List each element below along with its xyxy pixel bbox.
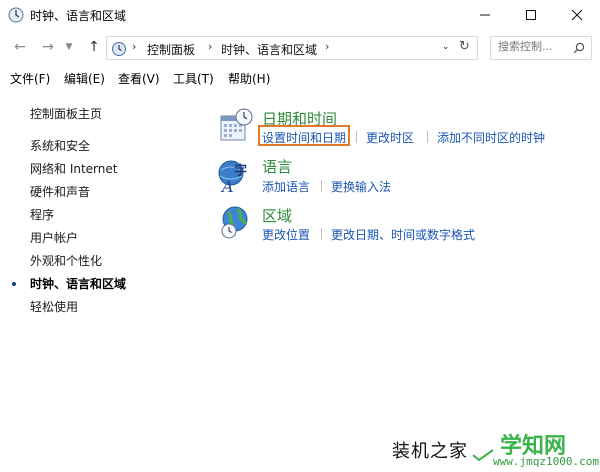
minimize-button[interactable] — [462, 0, 508, 30]
sidebar-item-network[interactable]: 网络和 Internet — [30, 160, 117, 177]
search-box[interactable] — [490, 36, 592, 60]
calendar-clock-icon[interactable] — [218, 108, 254, 144]
address-bar[interactable]: › 控制面板 › 时钟、语言和区域 › ⌄ ↻ — [106, 36, 478, 60]
maximize-icon — [526, 10, 536, 20]
breadcrumb-separator: › — [325, 40, 330, 53]
close-icon — [571, 9, 583, 21]
link-separator — [356, 131, 357, 143]
globe-clock-icon[interactable] — [218, 204, 254, 240]
window-title: 时钟、语言和区域 — [30, 9, 127, 23]
change-format-link[interactable]: 更改日期、时间或数字格式 — [331, 226, 475, 243]
search-input[interactable] — [498, 40, 568, 53]
title-bar: 时钟、语言和区域 — [0, 0, 600, 30]
sidebar-item-system-security[interactable]: 系统和安全 — [30, 137, 90, 154]
watermark-left-text: 装机之家 — [392, 441, 468, 462]
watermark-url: www.jmqz1000.com — [493, 455, 599, 468]
sidebar-item-programs[interactable]: 程序 — [30, 206, 54, 223]
breadcrumb-control-panel[interactable]: 控制面板 — [147, 41, 195, 58]
svg-text:字: 字 — [234, 163, 247, 179]
menu-bar: 文件(F) 编辑(E) 查看(V) 工具(T) 帮助(H) — [0, 68, 600, 88]
maximize-button[interactable] — [508, 0, 554, 30]
sidebar-item-user-accounts[interactable]: 用户帐户 — [30, 229, 78, 246]
link-separator — [321, 228, 322, 240]
breadcrumb-current[interactable]: 时钟、语言和区域 — [221, 41, 317, 58]
sidebar-home[interactable]: 控制面板主页 — [30, 105, 102, 122]
sidebar-item-clock-language-region[interactable]: 时钟、语言和区域 — [30, 275, 126, 292]
checkmark-icon — [472, 449, 494, 461]
address-dropdown-icon[interactable]: ⌄ — [442, 42, 450, 52]
arrow-right-icon: → — [42, 39, 54, 55]
add-language-link[interactable]: 添加语言 — [262, 178, 310, 195]
menu-edit[interactable]: 编辑(E) — [64, 70, 105, 87]
sidebar-item-appearance[interactable]: 外观和个性化 — [30, 252, 102, 269]
menu-help[interactable]: 帮助(H) — [228, 70, 270, 87]
language-title[interactable]: 语言 — [262, 156, 292, 177]
link-separator — [427, 131, 428, 143]
menu-view[interactable]: 查看(V) — [118, 70, 160, 87]
highlight-box — [258, 125, 350, 146]
menu-file[interactable]: 文件(F) — [10, 70, 50, 87]
change-timezone-link[interactable]: 更改时区 — [366, 129, 414, 146]
add-clocks-link[interactable]: 添加不同时区的时钟 — [437, 129, 545, 146]
sidebar-item-hardware-sound[interactable]: 硬件和声音 — [30, 183, 90, 200]
refresh-icon[interactable]: ↻ — [459, 39, 470, 54]
search-icon[interactable] — [573, 42, 585, 54]
arrow-left-icon: ← — [14, 39, 26, 55]
arrow-up-icon: ↑ — [88, 39, 100, 55]
breadcrumb-separator: › — [132, 40, 137, 53]
up-button[interactable]: ↑ — [84, 37, 104, 57]
address-row: ← → ▼ ↑ › 控制面板 › 时钟、语言和区域 › ⌄ ↻ — [0, 32, 600, 62]
change-input-method-link[interactable]: 更换输入法 — [331, 178, 391, 195]
region-title[interactable]: 区域 — [262, 205, 292, 226]
back-button[interactable]: ← — [10, 37, 30, 57]
forward-button[interactable]: → — [38, 37, 58, 57]
recent-locations-button[interactable]: ▼ — [62, 37, 76, 57]
clock-globe-icon — [8, 7, 24, 23]
language-icon[interactable]: 字 A — [216, 158, 252, 194]
change-location-link[interactable]: 更改位置 — [262, 226, 310, 243]
link-separator — [321, 180, 322, 192]
control-panel-icon — [112, 42, 126, 56]
svg-text:A: A — [220, 177, 234, 194]
minimize-icon — [480, 14, 490, 16]
sidebar-item-ease-of-access[interactable]: 轻松使用 — [30, 298, 78, 315]
chevron-down-icon: ▼ — [65, 42, 73, 52]
breadcrumb-separator: › — [208, 40, 213, 53]
close-button[interactable] — [554, 0, 600, 30]
active-bullet — [12, 282, 16, 286]
menu-tools[interactable]: 工具(T) — [173, 70, 214, 87]
